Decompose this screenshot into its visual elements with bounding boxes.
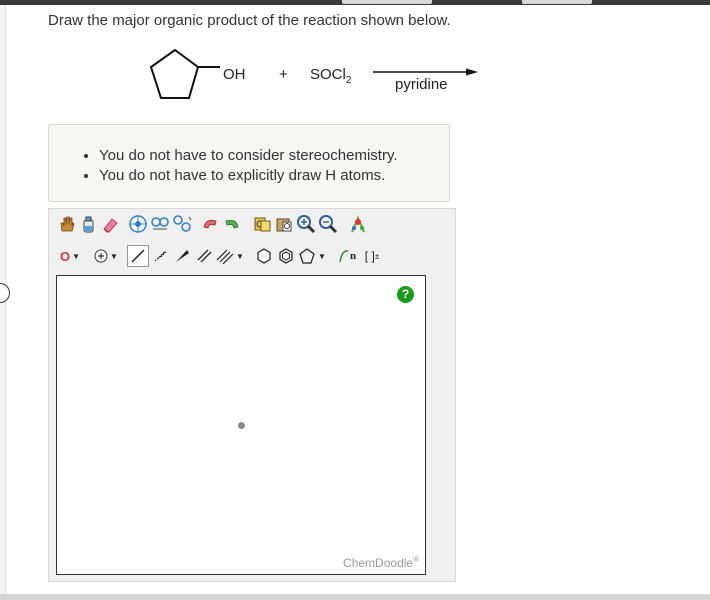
instruction-item: You do not have to explicitly draw H ato… bbox=[99, 166, 398, 186]
hydroxyl-group: OH bbox=[223, 66, 246, 83]
clean-structure-icon[interactable] bbox=[347, 213, 369, 235]
instructions-list: You do not have to consider stereochemis… bbox=[49, 146, 398, 186]
pentagon-icon bbox=[299, 248, 315, 264]
cyclopentane-ring-tool[interactable]: ▼ bbox=[297, 245, 327, 267]
reaction-graphic bbox=[149, 48, 478, 99]
drawing-canvas[interactable]: ? ChemDoodle® bbox=[56, 275, 426, 575]
reaction-arrow-head bbox=[466, 68, 478, 76]
single-bond-tool[interactable] bbox=[127, 245, 149, 267]
wedge-bond-tool[interactable] bbox=[171, 245, 193, 267]
bracket-charge-sup: ± bbox=[374, 251, 380, 261]
bottom-edge bbox=[0, 594, 710, 600]
cyclopentane-ring bbox=[149, 48, 200, 99]
charge-plus-icon bbox=[94, 249, 108, 263]
chevron-down-icon: ▼ bbox=[318, 251, 326, 261]
redo-icon[interactable] bbox=[221, 213, 243, 235]
eraser-icon[interactable] bbox=[99, 213, 121, 235]
copy-icon[interactable] bbox=[251, 213, 273, 235]
zoom-in-icon[interactable] bbox=[295, 213, 317, 235]
registered-mark: ® bbox=[413, 555, 419, 564]
reaction-condition: pyridine bbox=[395, 76, 448, 93]
instruction-item: You do not have to consider stereochemis… bbox=[99, 146, 398, 166]
chevron-down-icon: ▼ bbox=[72, 251, 81, 261]
chemdoodle-editor: O ▼ ▼ ▼ ▼ n [ ] ± ? ChemDoodle® bbox=[48, 208, 456, 582]
repeat-unit-icon bbox=[339, 250, 349, 263]
plus-sign: + bbox=[279, 66, 288, 83]
bracket-label: [ ] bbox=[364, 249, 375, 263]
clear-flask-icon[interactable] bbox=[77, 213, 99, 235]
benzene-ring-tool[interactable] bbox=[275, 245, 297, 267]
bracket-charge-tool[interactable]: [ ] ± bbox=[359, 245, 385, 267]
chemdoodle-watermark: ChemDoodle® bbox=[343, 555, 419, 570]
chevron-down-icon: ▼ bbox=[236, 251, 244, 261]
repeat-unit-tool[interactable]: n bbox=[335, 245, 359, 267]
left-edge-circle-icon[interactable] bbox=[0, 283, 10, 303]
reagent-formula: SOCl2 bbox=[310, 66, 351, 86]
watermark-text: ChemDoodle bbox=[343, 556, 414, 570]
triple-bond-icon bbox=[216, 249, 234, 264]
toolbar-row-2: O ▼ ▼ ▼ ▼ n [ ] ± bbox=[55, 245, 385, 267]
charge-selector[interactable]: ▼ bbox=[91, 245, 121, 267]
triple-bond-tool[interactable]: ▼ bbox=[215, 245, 245, 267]
hashed-bond-tool[interactable] bbox=[149, 245, 171, 267]
instructions-box: You do not have to consider stereochemis… bbox=[48, 124, 450, 202]
paste-icon[interactable] bbox=[273, 213, 295, 235]
reagent-subscript: 2 bbox=[345, 75, 352, 86]
rotate-molecule-icon[interactable] bbox=[149, 213, 171, 235]
hand-pan-icon[interactable] bbox=[55, 213, 77, 235]
flip-molecule-icon[interactable] bbox=[171, 213, 193, 235]
repeat-unit-label: n bbox=[349, 250, 357, 262]
help-icon[interactable]: ? bbox=[397, 286, 414, 303]
lasso-select-icon[interactable] bbox=[127, 213, 149, 235]
cyclohexane-ring-tool[interactable] bbox=[253, 245, 275, 267]
canvas-cursor-dot bbox=[238, 422, 245, 429]
undo-icon[interactable] bbox=[199, 213, 221, 235]
chevron-down-icon: ▼ bbox=[110, 251, 118, 261]
element-selector[interactable]: O ▼ bbox=[55, 245, 85, 267]
toolbar-row-1 bbox=[55, 213, 369, 235]
element-selector-value: O bbox=[59, 248, 71, 264]
zoom-out-icon[interactable] bbox=[317, 213, 339, 235]
reagent-symbol: SOCl bbox=[310, 66, 346, 83]
double-bond-tool[interactable] bbox=[193, 245, 215, 267]
